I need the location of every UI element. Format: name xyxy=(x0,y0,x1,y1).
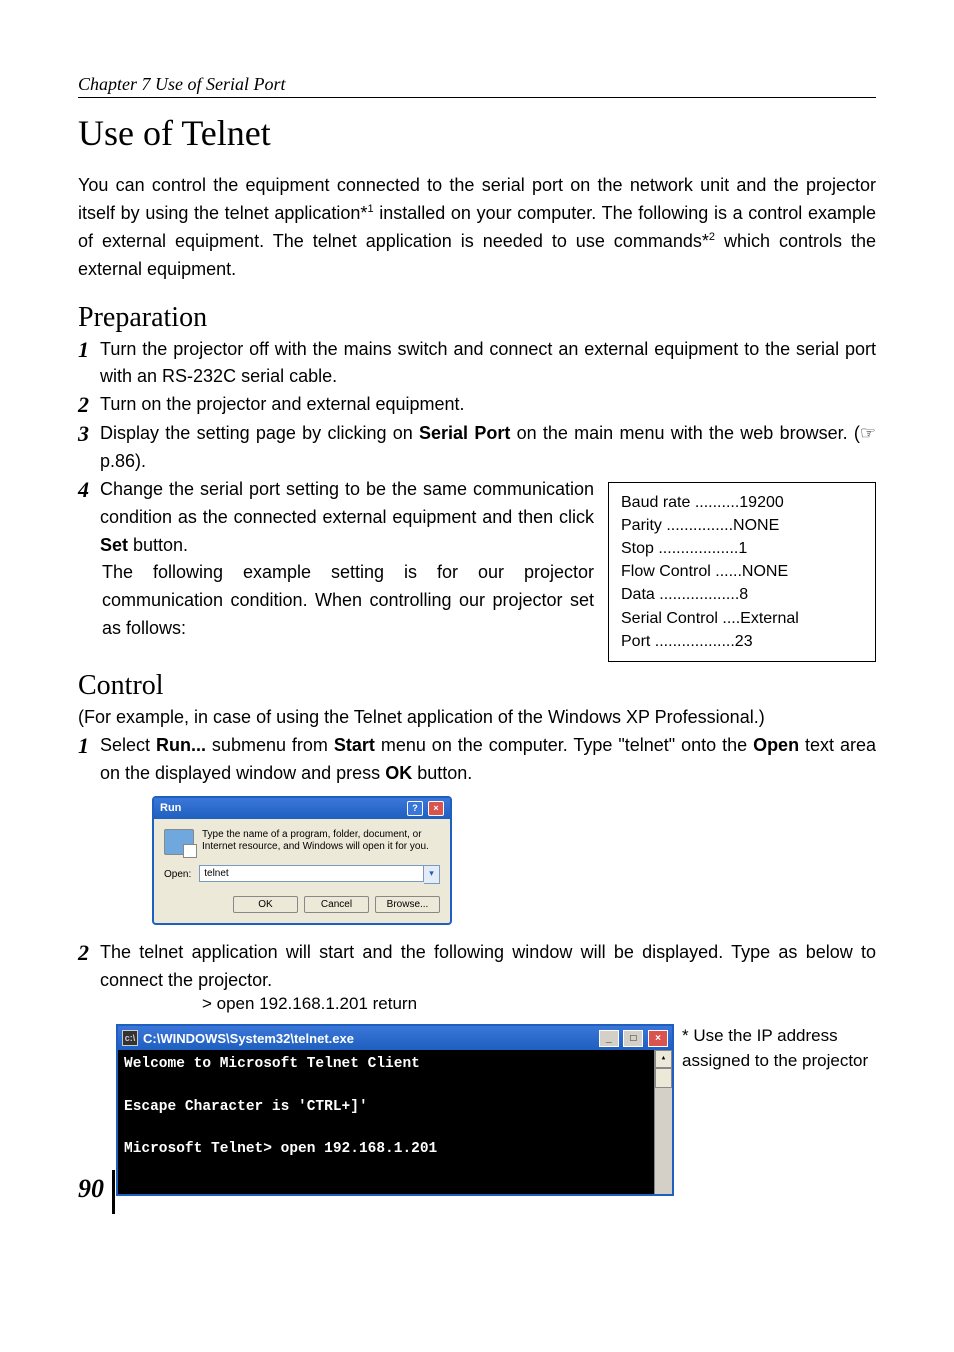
telnet-command: > open 192.168.1.201 return xyxy=(202,994,876,1014)
ok-button[interactable]: OK xyxy=(233,896,298,913)
open-field-label: Open: xyxy=(164,869,191,880)
step-number: 1 xyxy=(78,732,100,788)
text: submenu from xyxy=(206,735,334,755)
settings-box: Baud rate ..........19200 Parity .......… xyxy=(608,482,876,662)
text: Change the serial port setting to be the… xyxy=(100,479,594,527)
text: Select xyxy=(100,735,156,755)
run-dialog-titlebar[interactable]: Run ? × xyxy=(154,798,450,819)
prep-step-3: 3 Display the setting page by clicking o… xyxy=(78,420,876,476)
cmd-icon: c:\ xyxy=(122,1030,138,1046)
prep-step-2: 2 Turn on the projector and external equ… xyxy=(78,391,876,420)
text: button. xyxy=(412,763,472,783)
browse-button[interactable]: Browse... xyxy=(375,896,440,913)
text: menu on the computer. Type "telnet" onto… xyxy=(375,735,753,755)
console-title-text: C:\WINDOWS\System32\telnet.exe xyxy=(143,1031,354,1046)
step-body: The telnet application will start and th… xyxy=(100,939,876,995)
run-dialog-title: Run xyxy=(160,802,181,814)
control-step-1: 1 Select Run... submenu from Start menu … xyxy=(78,732,876,788)
minimize-icon[interactable]: _ xyxy=(599,1030,619,1047)
run-label: Run... xyxy=(156,735,206,755)
open-input[interactable] xyxy=(199,865,424,882)
page-title: Use of Telnet xyxy=(78,112,876,154)
console-titlebar[interactable]: c:\ C:\WINDOWS\System32\telnet.exe _ □ × xyxy=(118,1026,672,1050)
step-number: 4 xyxy=(78,476,100,560)
page-number-divider xyxy=(112,1170,115,1214)
run-icon xyxy=(164,829,194,855)
open-label: Open xyxy=(753,735,799,755)
chapter-header: Chapter 7 Use of Serial Port xyxy=(78,74,876,98)
prep-step-1: 1 Turn the projector off with the mains … xyxy=(78,336,876,392)
text: Display the setting page by clicking on xyxy=(100,423,419,443)
step-body: Display the setting page by clicking on … xyxy=(100,420,876,476)
set-label: Set xyxy=(100,535,128,555)
telnet-console-window: c:\ C:\WINDOWS\System32\telnet.exe _ □ ×… xyxy=(116,1024,674,1195)
control-note: (For example, in case of using the Telne… xyxy=(78,704,876,732)
step-body: Change the serial port setting to be the… xyxy=(100,476,594,560)
prep-step-4: 4 Change the serial port setting to be t… xyxy=(78,476,594,560)
cancel-button[interactable]: Cancel xyxy=(304,896,369,913)
console-line: Welcome to Microsoft Telnet Client xyxy=(124,1056,420,1072)
start-label: Start xyxy=(334,735,375,755)
ok-label: OK xyxy=(385,763,412,783)
step-number: 2 xyxy=(78,939,100,995)
close-icon[interactable]: × xyxy=(648,1030,668,1047)
scroll-thumb[interactable] xyxy=(655,1068,672,1088)
run-description: Type the name of a program, folder, docu… xyxy=(202,829,440,854)
control-heading: Control xyxy=(78,670,876,702)
close-icon[interactable]: × xyxy=(428,801,444,816)
scroll-track[interactable] xyxy=(655,1088,672,1193)
serial-port-label: Serial Port xyxy=(419,423,510,443)
step-number: 2 xyxy=(78,391,100,420)
scroll-up-icon[interactable]: ▴ xyxy=(655,1050,672,1068)
console-line: Microsoft Telnet> open 192.168.1.201 xyxy=(124,1141,437,1157)
step-body: Turn on the projector and external equip… xyxy=(100,391,876,420)
preparation-heading: Preparation xyxy=(78,302,876,334)
dropdown-arrow-icon[interactable]: ▾ xyxy=(424,865,440,884)
console-scrollbar[interactable]: ▴ xyxy=(654,1050,672,1193)
ip-address-note: * Use the IP address assigned to the pro… xyxy=(682,1024,874,1073)
text: button. xyxy=(128,535,188,555)
step-body: Turn the projector off with the mains sw… xyxy=(100,336,876,392)
maximize-icon[interactable]: □ xyxy=(623,1030,643,1047)
page-number: 90 xyxy=(78,1174,104,1204)
control-step-2: 2 The telnet application will start and … xyxy=(78,939,876,995)
step-body: Select Run... submenu from Start menu on… xyxy=(100,732,876,788)
help-icon[interactable]: ? xyxy=(407,801,423,816)
run-dialog: Run ? × Type the name of a program, fold… xyxy=(152,796,452,925)
console-line: Escape Character is 'CTRL+]' xyxy=(124,1099,368,1115)
step-number: 3 xyxy=(78,420,100,476)
preparation-steps: 1 Turn the projector off with the mains … xyxy=(78,336,876,644)
step-number: 1 xyxy=(78,336,100,392)
intro-paragraph: You can control the equipment connected … xyxy=(78,172,876,284)
console-output: Welcome to Microsoft Telnet Client Escap… xyxy=(118,1050,654,1193)
